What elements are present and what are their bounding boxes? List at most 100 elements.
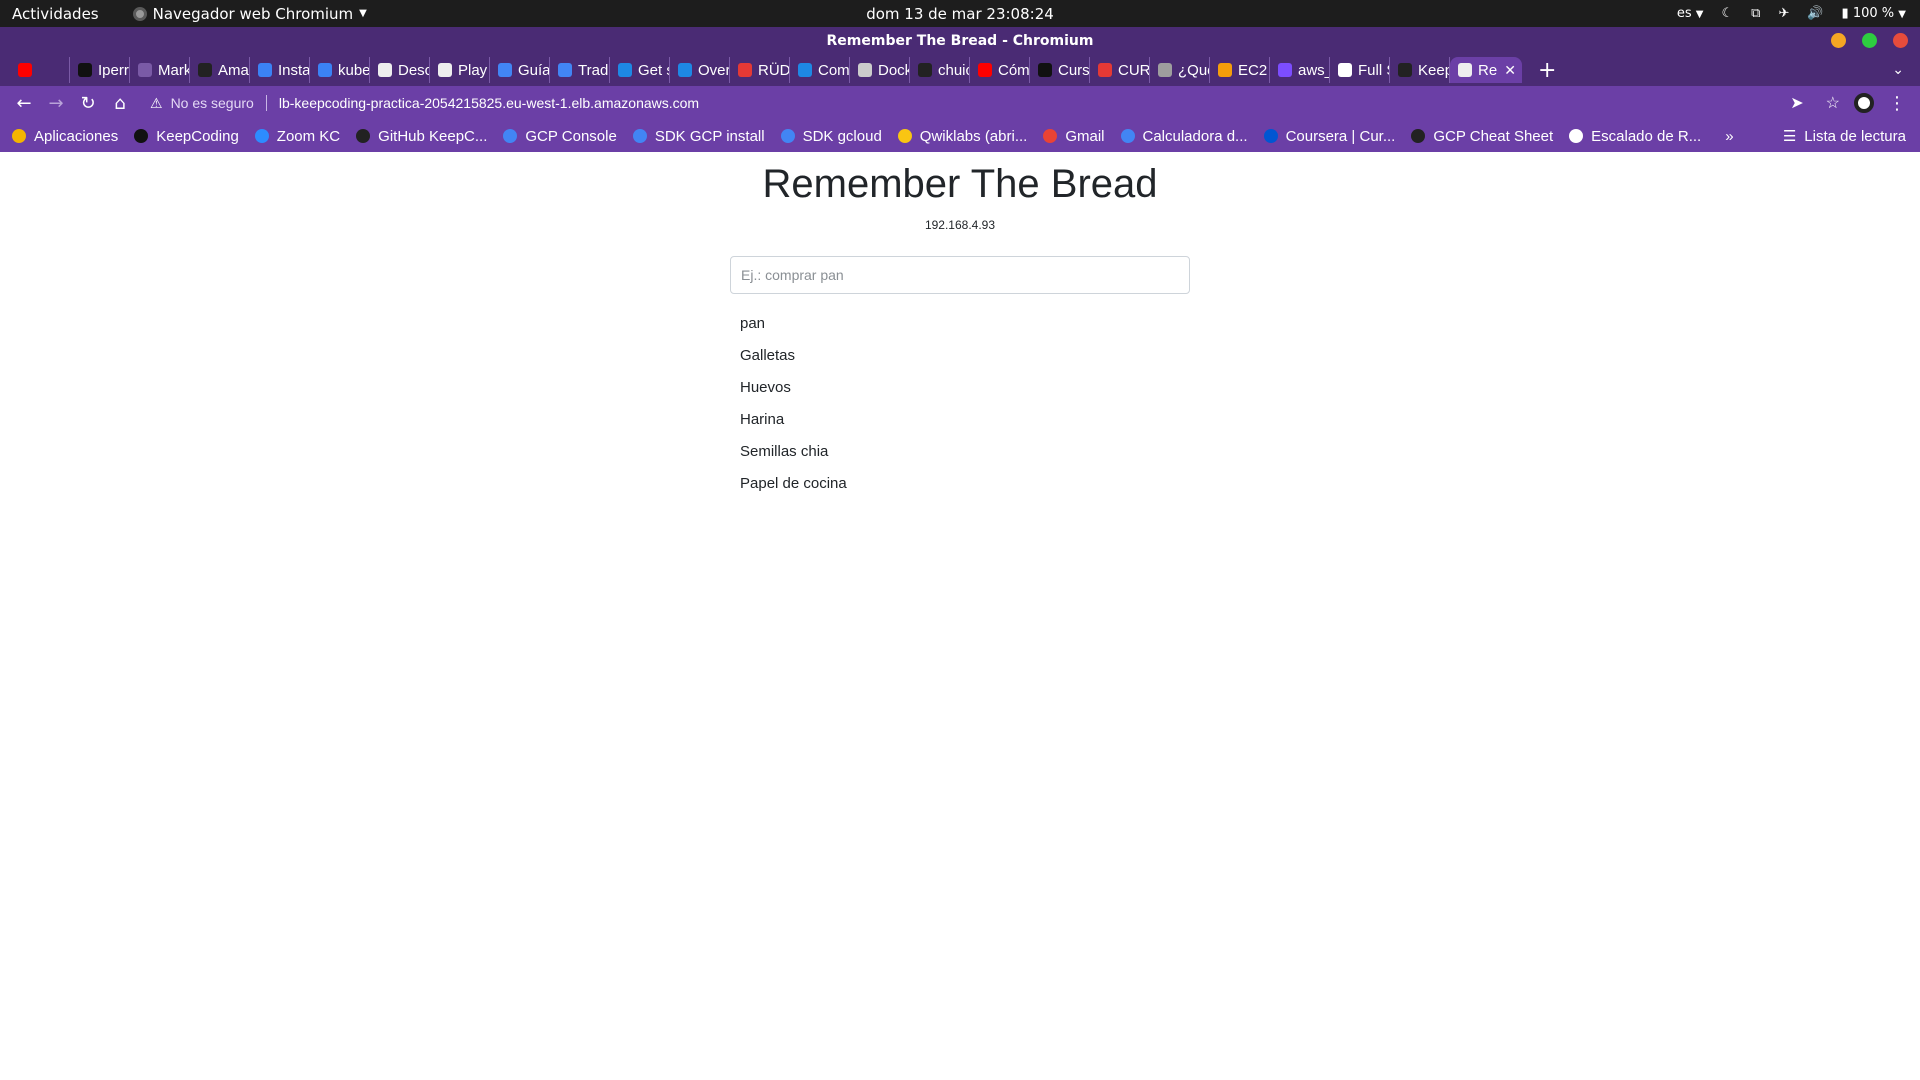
minimize-button[interactable] (1831, 33, 1846, 48)
tab-label: Ama (218, 61, 249, 79)
bookmark-item[interactable]: GCP Cheat Sheet (1411, 128, 1553, 145)
list-item[interactable]: pan (730, 308, 1190, 340)
bookmark-label: SDK gcloud (802, 127, 882, 145)
bookmark-star-icon[interactable]: ☆ (1826, 93, 1840, 113)
night-light-icon: ☾ (1721, 6, 1734, 21)
bookmark-item[interactable]: Calculadora d... (1120, 128, 1248, 145)
send-to-devices-icon[interactable]: ➤ (1790, 93, 1803, 113)
url-text[interactable]: lb-keepcoding-practica-2054215825.eu-wes… (279, 95, 699, 111)
tab[interactable]: Ama (190, 57, 250, 83)
list-item[interactable]: Semillas chia (730, 436, 1190, 468)
reading-list-button[interactable]: ☰ Lista de lectura (1783, 127, 1920, 146)
tab[interactable]: Curs (1030, 57, 1090, 83)
bookmark-item[interactable]: SDK gcloud (780, 127, 882, 145)
tab-favicon-icon (1218, 63, 1232, 77)
bookmark-favicon-icon (780, 129, 795, 143)
list-item[interactable]: Harina (730, 404, 1190, 436)
tab-favicon-icon (1038, 63, 1052, 77)
item-list: pan Galletas Huevos Harina Semillas chia Pape… (730, 308, 1190, 500)
app-menu[interactable]: Navegador web Chromium ▼ (132, 5, 367, 23)
bookmark-label: Zoom KC (276, 127, 341, 145)
list-item[interactable]: Papel de cocina (730, 468, 1190, 500)
tab[interactable]: Guía (490, 57, 550, 83)
tab[interactable]: EC2 I (1210, 57, 1270, 83)
tab[interactable]: aws_ (1270, 57, 1330, 83)
server-ip: 192.168.4.93 (924, 218, 996, 232)
close-tab-icon[interactable]: ✕ (1504, 62, 1516, 79)
bookmark-label: GCP Cheat Sheet (1433, 127, 1554, 145)
bookmark-item[interactable]: Coursera | Cur... (1263, 127, 1396, 145)
language-indicator[interactable]: es ▼ (1677, 6, 1704, 21)
bookmark-item[interactable]: GCP Console (503, 128, 617, 145)
chrome-menu-icon[interactable]: ⋮ (1888, 93, 1906, 114)
activities-button[interactable]: Actividades (0, 5, 111, 23)
new-tab-button[interactable]: + (1538, 58, 1556, 83)
tab[interactable]: Play (430, 57, 490, 83)
clock[interactable]: dom 13 de mar 23:08:24 (866, 5, 1054, 23)
bookmark-item[interactable]: GitHub KeepC... (356, 128, 487, 145)
tab[interactable]: Iperr (70, 57, 130, 83)
window-title-bar: Remember The Bread - Chromium (0, 27, 1920, 54)
bookmark-label: Coursera | Cur... (1285, 127, 1396, 145)
tab-favicon-icon (738, 63, 752, 77)
tab[interactable]: Over (670, 57, 730, 83)
tab[interactable]: Get s (610, 57, 670, 83)
tab[interactable]: CURS (1090, 57, 1150, 83)
caret-down-icon: ▼ (1695, 9, 1704, 20)
tab[interactable]: kube (310, 57, 370, 83)
close-window-button[interactable] (1893, 33, 1908, 48)
bookmark-item[interactable]: Aplicaciones (12, 128, 118, 145)
security-status[interactable]: No es seguro (171, 95, 254, 111)
tab-label: RÜDI (758, 61, 790, 79)
list-item[interactable]: Huevos (730, 372, 1190, 404)
tab-search-chevron-icon[interactable]: ⌄ (1892, 62, 1904, 78)
tab-favicon-icon (1338, 63, 1352, 77)
tab-label: Iperr (98, 61, 129, 79)
browser-toolbar: ← → ↻ ⌂ ⚠ No es seguro lb-keepcoding-pra… (0, 86, 1920, 120)
warning-icon[interactable]: ⚠ (150, 95, 163, 112)
maximize-button[interactable] (1862, 33, 1877, 48)
bookmark-favicon-icon (12, 129, 26, 143)
tab[interactable]: Keep (1390, 57, 1450, 83)
tab[interactable]: Trad (550, 57, 610, 83)
tab-favicon-icon (918, 63, 932, 77)
tab[interactable] (10, 57, 70, 83)
tab[interactable]: Cóm (970, 57, 1030, 83)
address-bar[interactable]: ⚠ No es seguro lb-keepcoding-practica-20… (144, 89, 1854, 117)
tab[interactable]: Com (790, 57, 850, 83)
bookmark-item[interactable]: SDK GCP install (632, 128, 765, 145)
profile-avatar[interactable] (1854, 93, 1874, 113)
home-button[interactable]: ⌂ (104, 93, 136, 114)
bookmark-item[interactable]: Zoom KC (254, 127, 341, 145)
tab[interactable]: Dock (850, 57, 910, 83)
tab[interactable]: Desc (370, 57, 430, 83)
bookmark-item[interactable]: KeepCoding (134, 128, 239, 145)
reload-button[interactable]: ↻ (72, 93, 104, 114)
system-tray[interactable]: es ▼ ☾ ⧉ ✈ 🔊 ▮ 100 % ▼ (1677, 6, 1920, 21)
network-icon: ⧉ (1751, 6, 1761, 21)
list-item[interactable]: Galletas (730, 340, 1190, 372)
tab[interactable]: Re ✕ (1450, 57, 1522, 83)
more-bookmarks-button[interactable]: » (1725, 128, 1733, 145)
bookmark-item[interactable]: Escalado de R... (1569, 128, 1701, 145)
new-item-input[interactable] (730, 256, 1190, 294)
tab[interactable]: Insta (250, 57, 310, 83)
tab-favicon-icon (318, 63, 332, 77)
tab-label: Mark (158, 61, 190, 79)
tab[interactable]: Full S (1330, 57, 1390, 83)
tab[interactable]: Mark (130, 57, 190, 83)
tab-favicon-icon (78, 63, 92, 77)
forward-button[interactable]: → (40, 93, 72, 114)
tab[interactable]: RÜDI (730, 57, 790, 83)
bookmark-item[interactable]: Qwiklabs (abri... (897, 128, 1027, 145)
battery-icon: ▮ (1841, 6, 1849, 21)
bookmark-favicon-icon (503, 129, 518, 143)
tab[interactable]: chuic (910, 57, 970, 83)
battery-indicator[interactable]: ▮ 100 % ▼ (1842, 6, 1906, 21)
bookmark-item[interactable]: Gmail (1043, 128, 1105, 145)
tab[interactable]: ¿Qué (1150, 57, 1210, 83)
tab-label: Play (458, 61, 488, 79)
tab-favicon-icon (978, 63, 992, 77)
window-controls (1831, 33, 1908, 48)
back-button[interactable]: ← (8, 93, 40, 114)
